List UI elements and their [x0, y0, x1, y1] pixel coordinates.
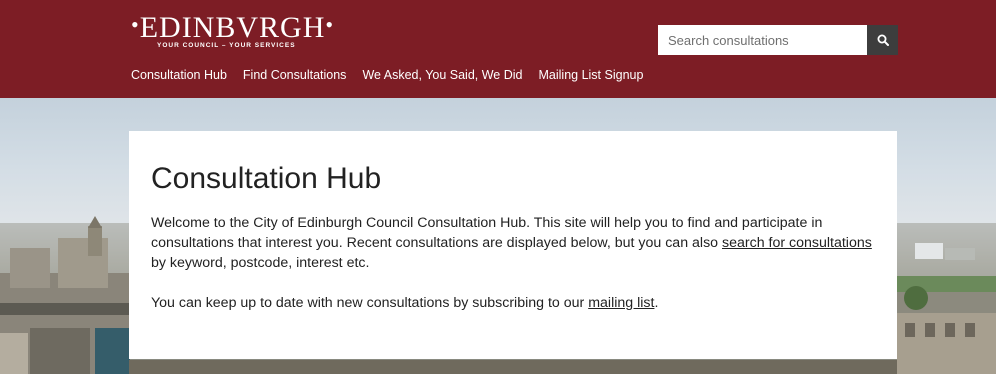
mailing-paragraph: You can keep up to date with new consult… [151, 293, 875, 313]
search-icon [877, 34, 889, 46]
nav-mailing-list-signup[interactable]: Mailing List Signup [539, 68, 644, 82]
search-for-consultations-link[interactable]: search for consultations [722, 235, 872, 251]
nav-consultation-hub[interactable]: Consultation Hub [131, 68, 227, 82]
intro-card: Consultation Hub Welcome to the City of … [129, 131, 897, 359]
search-input[interactable] [658, 25, 867, 55]
main-nav: Consultation Hub Find Consultations We A… [131, 68, 659, 82]
mailing-text: You can keep up to date with new consult… [151, 295, 589, 311]
search-button[interactable] [867, 25, 898, 55]
intro-paragraph: Welcome to the City of Edinburgh Council… [151, 213, 875, 273]
mailing-text-end: . [654, 295, 659, 311]
nav-we-asked-you-said[interactable]: We Asked, You Said, We Did [362, 68, 522, 82]
edinburgh-logo[interactable]: •EDINBVRGH• YOUR COUNCIL – YOUR SERVICES [131, 10, 334, 49]
intro-text-end: by keyword, postcode, interest etc. [151, 255, 370, 271]
logo-wordmark: •EDINBVRGH• [131, 11, 335, 44]
page-title: Consultation Hub [151, 162, 382, 195]
mailing-list-link[interactable]: mailing list [588, 295, 654, 311]
site-header: •EDINBVRGH• YOUR COUNCIL – YOUR SERVICES… [0, 0, 996, 98]
nav-find-consultations[interactable]: Find Consultations [243, 68, 347, 82]
search-form [658, 25, 898, 55]
